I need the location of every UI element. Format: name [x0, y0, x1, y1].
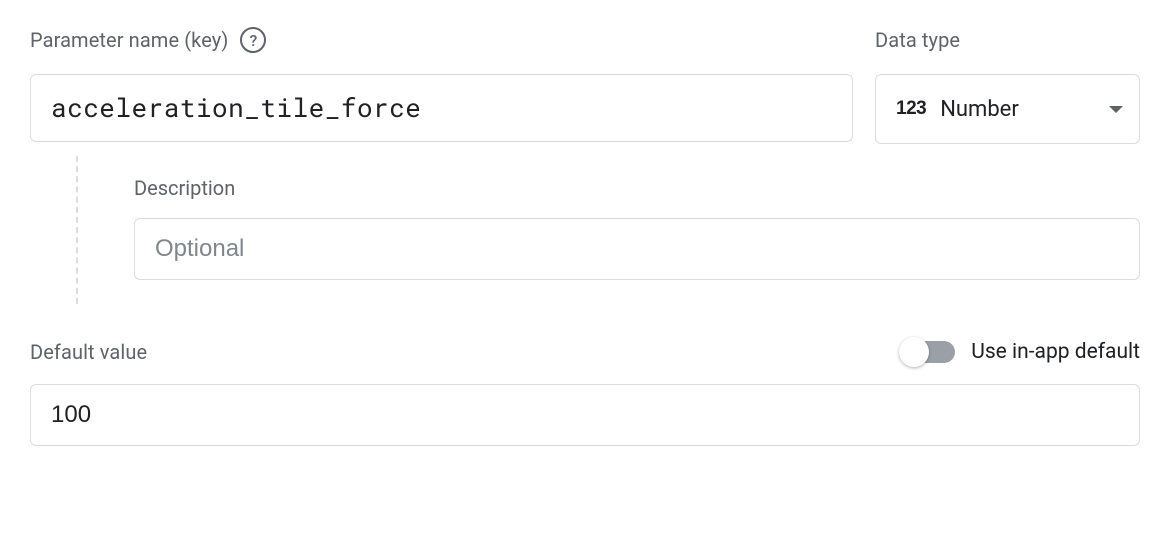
number-type-icon: 123 — [896, 98, 926, 120]
chevron-down-icon — [1109, 106, 1123, 113]
parameter-name-input[interactable] — [30, 74, 853, 142]
use-in-app-default-label: Use in-app default — [971, 340, 1140, 364]
data-type-dropdown[interactable]: 123 Number — [875, 74, 1140, 144]
data-type-selected: Number — [940, 97, 1095, 122]
description-input[interactable] — [134, 218, 1140, 280]
use-in-app-default-toggle[interactable] — [903, 341, 955, 363]
data-type-label: Data type — [875, 28, 960, 52]
tree-line — [76, 156, 78, 304]
default-value-label: Default value — [30, 340, 147, 364]
help-icon[interactable]: ? — [240, 27, 266, 53]
default-value-input[interactable] — [30, 384, 1140, 446]
parameter-name-label: Parameter name (key) — [30, 28, 228, 52]
description-label: Description — [134, 176, 1140, 200]
